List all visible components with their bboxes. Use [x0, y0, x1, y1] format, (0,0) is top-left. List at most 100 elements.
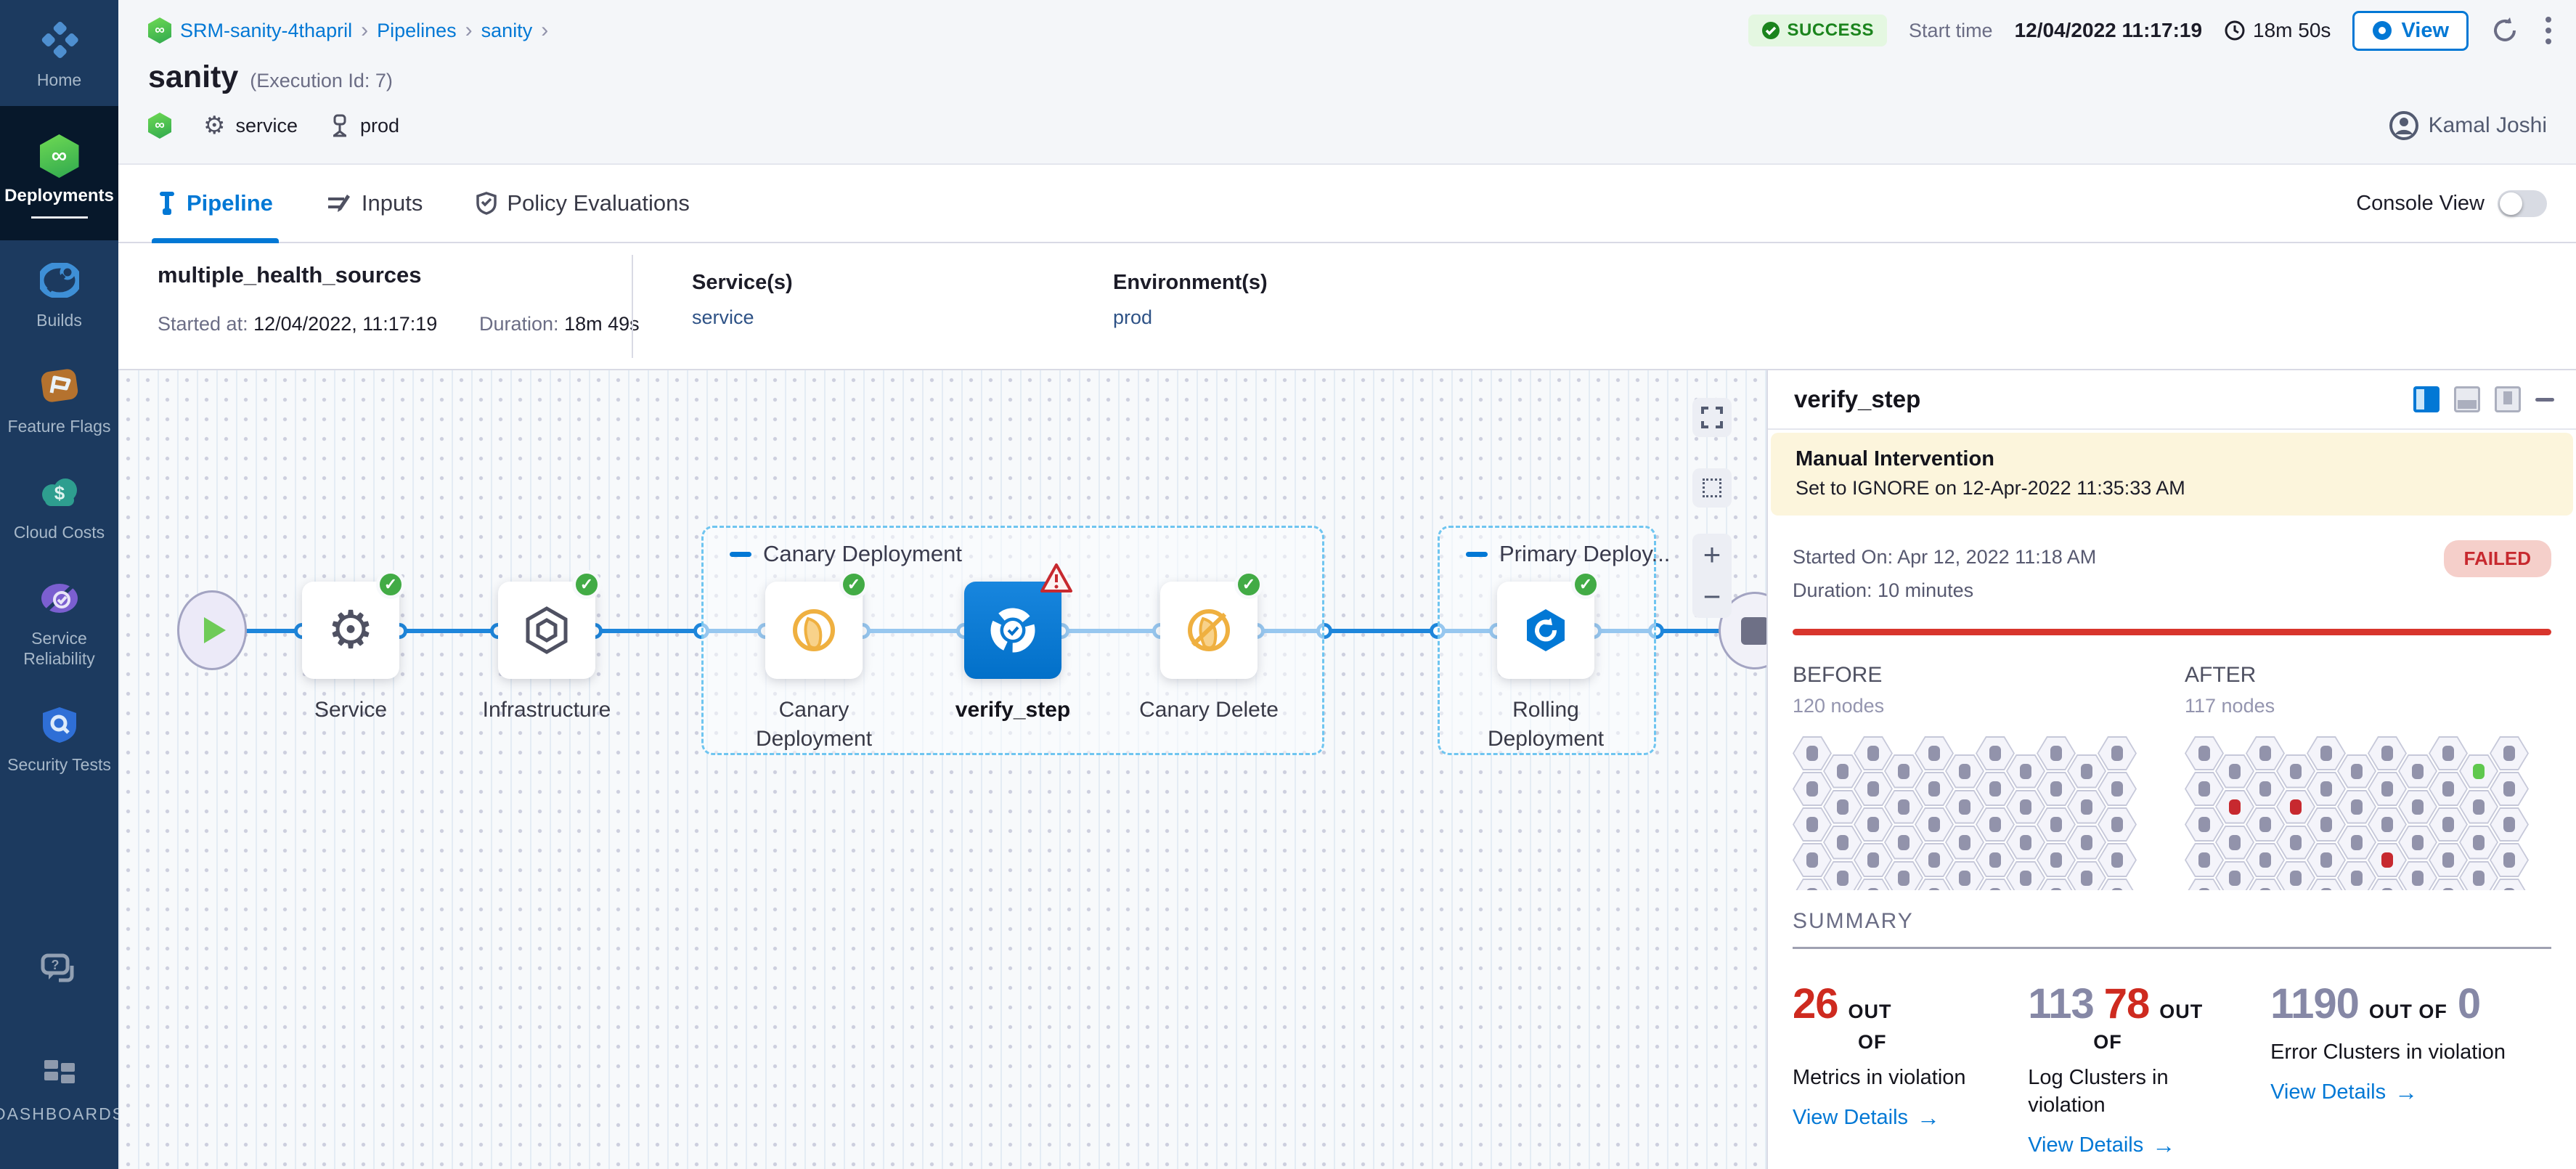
hex-node-status-dot	[2412, 835, 2424, 850]
zoom-out-button[interactable]: −	[1703, 579, 1721, 614]
started-at: Started at: 12/04/2022, 11:17:19	[158, 313, 437, 335]
zoom-in-button[interactable]: +	[1703, 537, 1721, 572]
view-details-link[interactable]: View Details→	[1793, 1104, 2003, 1131]
after-label: AFTER	[2185, 663, 2529, 688]
hex-node-status-dot	[2442, 888, 2454, 890]
sidebar-item-dashboards[interactable]: DASHBOARDS	[0, 1034, 118, 1140]
hex-node-status-dot	[1959, 871, 1970, 886]
hex-node-status-dot	[2351, 835, 2363, 850]
view-details-link[interactable]: View Details→	[2028, 1132, 2246, 1159]
out-of-label: OUT	[1849, 1001, 1892, 1023]
hex-node-status-dot	[1989, 888, 2001, 890]
hex-node-status-dot	[2442, 746, 2454, 761]
hex-node-status-dot	[2081, 799, 2092, 815]
tab-inputs[interactable]: Inputs	[327, 165, 423, 242]
collapse-dash-icon[interactable]	[1466, 552, 1488, 557]
breadcrumb-pipelines-link[interactable]: Pipelines	[377, 20, 457, 42]
out-of-label: OF	[1793, 1031, 2003, 1054]
hex-node	[2098, 807, 2137, 842]
stat-label: Error Clusters in violation	[2270, 1038, 2551, 1066]
user-name: Kamal Joshi	[2429, 113, 2547, 138]
breadcrumb-pipeline-link[interactable]: sanity	[481, 20, 533, 42]
view-details-link[interactable]: View Details→	[2270, 1079, 2551, 1106]
hex-node-status-dot	[1928, 888, 1940, 890]
node-verify-step[interactable]	[964, 582, 1061, 679]
hex-node	[1854, 736, 1893, 770]
sidebar-item-label: DASHBOARDS	[0, 1104, 125, 1124]
srm-module-icon: ∞	[148, 17, 171, 44]
arrow-right-icon: →	[1917, 1104, 1940, 1131]
deployments-icon: ∞	[38, 135, 81, 177]
hex-node	[2098, 736, 2137, 770]
sidebar-item-label: Service Reliability	[3, 628, 115, 669]
environment-link[interactable]: prod	[1113, 306, 1268, 329]
hex-node-status-dot	[2351, 871, 2363, 886]
environment-tag: prod	[330, 114, 399, 137]
console-view-toggle[interactable]	[2498, 190, 2547, 217]
hex-node-status-dot	[2259, 746, 2271, 761]
sidebar-item-security-tests[interactable]: Security Tests	[0, 685, 118, 791]
service-link[interactable]: service	[692, 306, 793, 329]
help-button[interactable]: ?	[0, 929, 118, 1034]
hex-node	[2246, 843, 2285, 877]
hex-node	[2429, 843, 2468, 877]
sidebar-item-builds[interactable]: Builds	[0, 240, 118, 346]
stat-number: 0	[2458, 979, 2480, 1028]
app-root: Home ∞ Deployments Builds	[0, 0, 2576, 1169]
hex-node-status-dot	[2229, 835, 2241, 850]
hex-node	[2368, 807, 2407, 842]
svg-text:?: ?	[51, 958, 59, 972]
srm-module-icon: ∞	[148, 113, 171, 139]
hex-node	[2006, 754, 2045, 789]
sidebar-item-deployments[interactable]: ∞ Deployments	[0, 106, 118, 240]
sidebar-item-service-reliability[interactable]: Service Reliability	[0, 558, 118, 685]
tab-pipeline[interactable]: Pipeline	[158, 165, 273, 242]
chat-help-icon: ?	[38, 948, 81, 990]
sidebar-item-feature-flags[interactable]: Feature Flags	[0, 346, 118, 452]
layout-minimized-panel-button[interactable]	[2495, 386, 2521, 412]
node-canary-deployment[interactable]: ✓	[765, 582, 863, 679]
hex-node	[1945, 826, 1984, 860]
hex-node	[1945, 754, 1984, 789]
tab-policy-evaluations[interactable]: Policy Evaluations	[476, 165, 690, 242]
hex-node	[1976, 736, 2015, 770]
breadcrumb-project-link[interactable]: SRM-sanity-4thapril	[180, 20, 352, 42]
hex-node-status-dot	[2412, 799, 2424, 815]
hex-node	[1945, 861, 1984, 891]
layout-right-panel-button[interactable]	[2413, 386, 2440, 412]
services-block: Service(s) service	[692, 271, 793, 329]
hex-node	[2307, 736, 2346, 770]
view-button[interactable]: View	[2352, 11, 2469, 51]
collapse-dash-icon[interactable]	[730, 552, 751, 557]
hex-node	[2246, 807, 2285, 842]
sidebar-item-home[interactable]: Home	[0, 0, 118, 106]
tag-row: ∞ ⚙ service prod	[148, 113, 399, 139]
node-rolling-deployment[interactable]: ✓	[1497, 582, 1594, 679]
before-column: BEFORE 120 nodes	[1793, 663, 2137, 890]
hex-node	[1976, 807, 2015, 842]
hex-node-status-dot	[2320, 888, 2332, 890]
pipeline-canvas[interactable]: Canary Deployment Primary Deploy... ⚙ ✓	[118, 370, 1766, 1169]
layout-bottom-panel-button[interactable]	[2454, 386, 2480, 412]
node-infrastructure[interactable]: ✓	[498, 582, 595, 679]
user-menu[interactable]: Kamal Joshi	[2389, 111, 2556, 140]
more-menu-button[interactable]	[2541, 12, 2556, 49]
user-avatar-icon	[2389, 111, 2418, 140]
console-view-label: Console View	[2356, 192, 2485, 216]
hex-node	[2098, 843, 2137, 877]
node-canary-delete[interactable]: ✓	[1160, 582, 1258, 679]
divider	[632, 255, 633, 358]
canvas-select-button[interactable]	[1692, 468, 1732, 508]
hex-node	[2459, 754, 2498, 789]
success-check-icon: ✓	[1234, 570, 1263, 599]
hex-node	[2276, 790, 2315, 824]
refresh-icon[interactable]	[2490, 16, 2519, 45]
sidebar-item-cloud-costs[interactable]: $ Cloud Costs	[0, 452, 118, 558]
hex-node	[2490, 736, 2529, 770]
hex-node-status-dot	[2503, 888, 2515, 890]
canvas-fullscreen-button[interactable]	[1692, 398, 1732, 437]
hex-node-status-dot	[2050, 817, 2062, 832]
panel-minimize-button[interactable]	[2535, 398, 2554, 402]
hex-node	[2067, 754, 2106, 789]
node-service[interactable]: ⚙ ✓	[302, 582, 399, 679]
